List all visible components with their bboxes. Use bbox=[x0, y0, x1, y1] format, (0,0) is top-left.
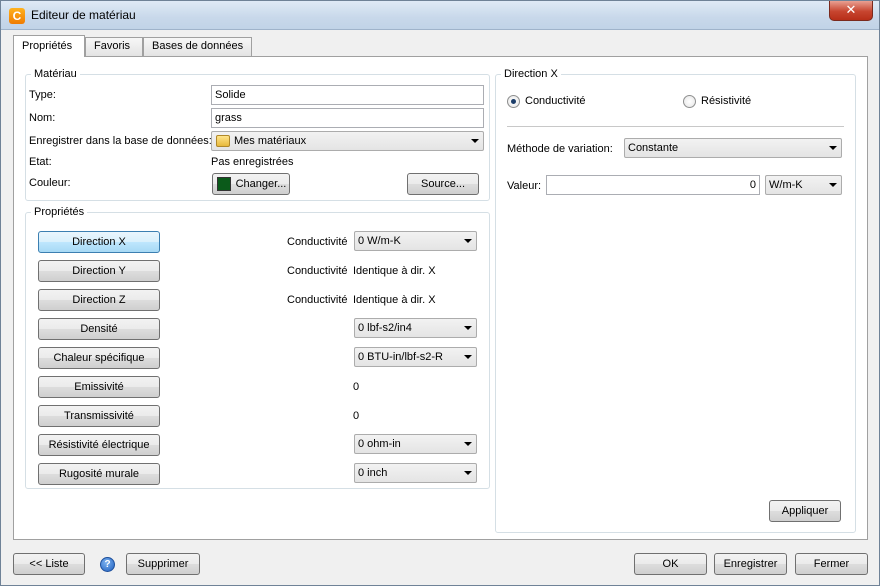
specific-heat-select[interactable]: 0 BTU-in/lbf-s2-R bbox=[354, 347, 477, 367]
wall-roughness-value: 0 inch bbox=[358, 467, 388, 479]
direction-separator bbox=[507, 126, 844, 127]
material-editor-window: C Editeur de matériau ✕ Propriétés Favor… bbox=[0, 0, 880, 586]
wall-roughness-button[interactable]: Rugosité murale bbox=[38, 463, 160, 485]
conductivity-radio[interactable] bbox=[507, 95, 520, 108]
direction-x-button[interactable]: Direction X bbox=[38, 231, 160, 253]
apply-button[interactable]: Appliquer bbox=[769, 500, 841, 522]
unit-select[interactable]: W/m-K bbox=[765, 175, 842, 195]
delete-button[interactable]: Supprimer bbox=[126, 553, 200, 575]
tab-favoris[interactable]: Favoris bbox=[85, 37, 143, 56]
method-select[interactable]: Constante bbox=[624, 138, 842, 158]
density-select[interactable]: 0 lbf-s2/in4 bbox=[354, 318, 477, 338]
direction-x-conductivity-value: 0 W/m-K bbox=[358, 235, 401, 247]
state-label: Etat: bbox=[29, 156, 52, 168]
chevron-down-icon bbox=[829, 183, 837, 187]
material-group-legend: Matériau bbox=[34, 68, 77, 80]
chevron-down-icon bbox=[464, 239, 472, 243]
list-button[interactable]: << Liste bbox=[13, 553, 85, 575]
density-value: 0 lbf-s2/in4 bbox=[358, 322, 412, 334]
emissivity-value: 0 bbox=[353, 381, 360, 393]
resistivity-radio-label: Résistivité bbox=[701, 95, 752, 107]
type-field: Solide bbox=[211, 85, 484, 105]
transmissivity-button[interactable]: Transmissivité bbox=[38, 405, 160, 427]
help-icon[interactable]: ? bbox=[100, 557, 115, 572]
save-db-value: Mes matériaux bbox=[234, 135, 307, 147]
wall-roughness-select[interactable]: 0 inch bbox=[354, 463, 477, 483]
state-value: Pas enregistrées bbox=[211, 156, 294, 168]
ok-button[interactable]: OK bbox=[634, 553, 707, 575]
direction-z-value: Identique à dir. X bbox=[353, 294, 436, 306]
properties-tab-panel: Matériau Type: Solide Nom: grass Enregis… bbox=[13, 56, 868, 540]
direction-y-caption: Conductivité bbox=[287, 265, 348, 277]
method-value: Constante bbox=[628, 142, 679, 154]
value-input[interactable]: 0 bbox=[546, 175, 760, 195]
chevron-down-icon bbox=[464, 471, 472, 475]
direction-z-button[interactable]: Direction Z bbox=[38, 289, 160, 311]
transmissivity-value: 0 bbox=[353, 410, 360, 422]
properties-group-legend: Propriétés bbox=[34, 206, 85, 218]
method-label: Méthode de variation: bbox=[507, 143, 613, 155]
specific-heat-button[interactable]: Chaleur spécifique bbox=[38, 347, 160, 369]
specific-heat-value: 0 BTU-in/lbf-s2-R bbox=[358, 351, 443, 363]
change-color-label: Changer... bbox=[235, 178, 287, 190]
direction-y-button[interactable]: Direction Y bbox=[38, 260, 160, 282]
title-bar: C Editeur de matériau ✕ bbox=[1, 1, 879, 30]
type-label: Type: bbox=[29, 89, 56, 101]
save-db-label: Enregistrer dans la base de données: bbox=[29, 135, 212, 147]
direction-x-group-legend: Direction X bbox=[504, 68, 558, 80]
direction-x-conductivity-select[interactable]: 0 W/m-K bbox=[354, 231, 477, 251]
chevron-down-icon bbox=[464, 355, 472, 359]
resistivity-radio[interactable] bbox=[683, 95, 696, 108]
electrical-resistivity-value: 0 ohm-in bbox=[358, 438, 401, 450]
tab-proprietes[interactable]: Propriétés bbox=[13, 35, 85, 57]
chevron-down-icon bbox=[829, 146, 837, 150]
name-input[interactable]: grass bbox=[211, 108, 484, 128]
window-title: Editeur de matériau bbox=[31, 8, 136, 22]
emissivity-button[interactable]: Emissivité bbox=[38, 376, 160, 398]
direction-z-caption: Conductivité bbox=[287, 294, 348, 306]
chevron-down-icon bbox=[464, 442, 472, 446]
electrical-resistivity-button[interactable]: Résistivité électrique bbox=[38, 434, 160, 456]
database-folder-icon bbox=[216, 135, 230, 147]
tab-bases-de-donnees[interactable]: Bases de données bbox=[143, 37, 252, 56]
source-button[interactable]: Source... bbox=[407, 173, 479, 195]
app-logo-icon: C bbox=[9, 8, 25, 24]
electrical-resistivity-select[interactable]: 0 ohm-in bbox=[354, 434, 477, 454]
window-close-button[interactable]: ✕ bbox=[829, 1, 873, 21]
color-label: Couleur: bbox=[29, 177, 71, 189]
chevron-down-icon bbox=[471, 139, 479, 143]
unit-value: W/m-K bbox=[769, 179, 803, 191]
change-color-button[interactable]: Changer... bbox=[212, 173, 290, 195]
direction-x-caption: Conductivité bbox=[287, 236, 348, 248]
conductivity-radio-label: Conductivité bbox=[525, 95, 586, 107]
save-db-select[interactable]: Mes matériaux bbox=[211, 131, 484, 151]
close-button[interactable]: Fermer bbox=[795, 553, 868, 575]
value-label: Valeur: bbox=[507, 180, 542, 192]
direction-y-value: Identique à dir. X bbox=[353, 265, 436, 277]
density-button[interactable]: Densité bbox=[38, 318, 160, 340]
save-button[interactable]: Enregistrer bbox=[714, 553, 787, 575]
chevron-down-icon bbox=[464, 326, 472, 330]
name-label: Nom: bbox=[29, 112, 56, 124]
color-swatch bbox=[217, 177, 231, 191]
